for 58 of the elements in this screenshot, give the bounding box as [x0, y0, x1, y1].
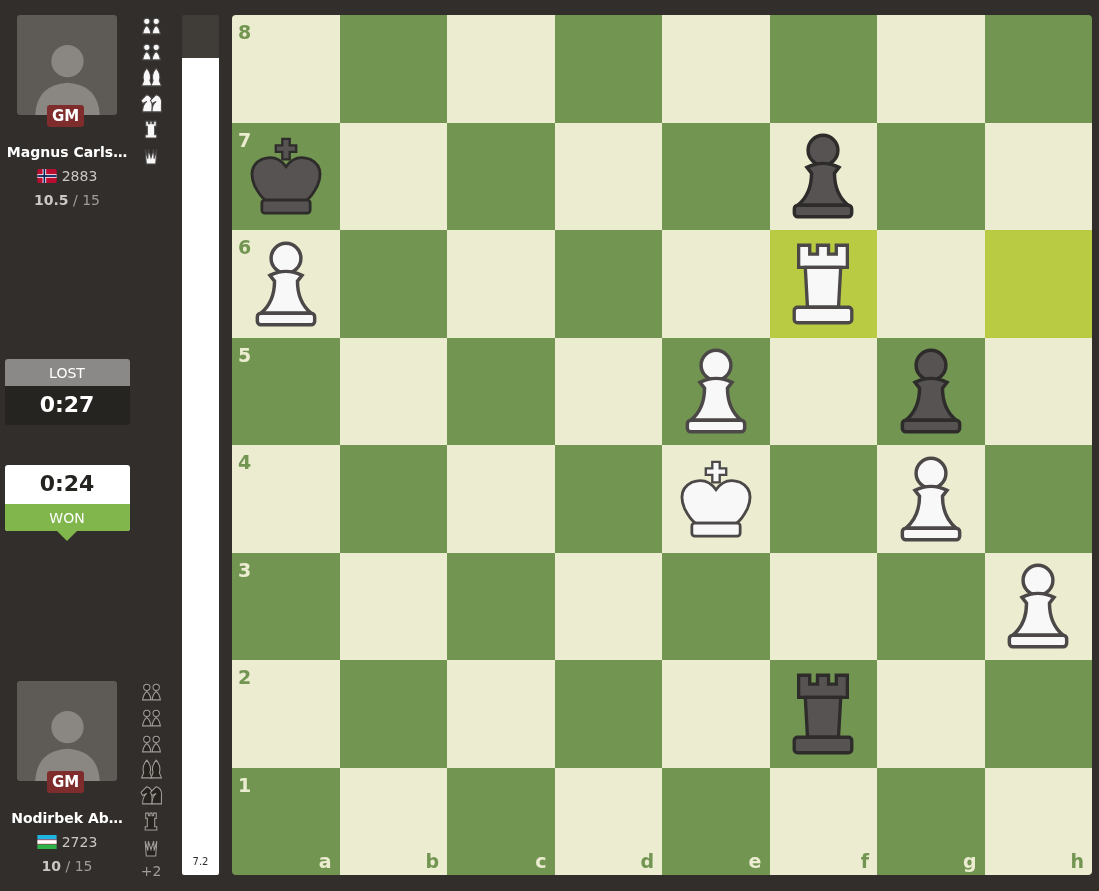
rank-label: 5 — [238, 343, 252, 366]
board-square[interactable]: b — [339, 767, 447, 875]
player-name[interactable]: Magnus Carls… — [6, 144, 128, 160]
board-square[interactable]: 5 — [232, 337, 340, 445]
board-square[interactable]: 4 — [232, 445, 340, 553]
file-label: c — [535, 850, 547, 872]
board-square[interactable] — [662, 445, 770, 553]
board-square[interactable]: g — [877, 767, 985, 875]
rank-label: 6 — [238, 236, 252, 258]
pawn-piece[interactable] — [684, 348, 747, 435]
evaluation-score: 7.2 — [192, 856, 209, 869]
board-square[interactable]: 6 — [232, 230, 340, 338]
file-label: h — [1070, 850, 1084, 872]
file-label: d — [640, 850, 654, 872]
file-label: e — [748, 850, 762, 872]
highlighted-square[interactable] — [769, 230, 877, 338]
pawn-piece[interactable] — [1007, 563, 1070, 650]
file-label: f — [860, 850, 869, 872]
file-label: a — [318, 850, 332, 872]
pawn-piece[interactable] — [254, 240, 317, 327]
board-square[interactable]: 3 — [232, 552, 340, 660]
rank-label: 4 — [238, 451, 252, 473]
board-square[interactable] — [984, 552, 1092, 660]
player-rating: 2723 — [61, 834, 98, 850]
material-advantage: +2 — [140, 863, 162, 879]
clock-time: 0:24 — [38, 469, 96, 498]
board-square[interactable]: 7 — [232, 122, 340, 230]
board-square[interactable]: 2 — [232, 660, 340, 768]
pawn-piece[interactable] — [792, 133, 855, 220]
title-badge: GM — [47, 771, 85, 793]
pointer-icon — [56, 530, 77, 541]
rank-label: 3 — [238, 558, 252, 581]
board-square[interactable]: 1 a — [232, 767, 340, 875]
board-square[interactable]: f — [769, 767, 877, 875]
file-label: b — [425, 850, 439, 872]
board-square[interactable] — [662, 337, 770, 445]
pawn-piece[interactable] — [899, 455, 962, 542]
board-square[interactable]: 8 — [232, 15, 340, 123]
result-label: LOST — [4, 358, 130, 386]
flag-icon — [36, 169, 57, 183]
player-rating: 2883 — [61, 168, 98, 184]
player-name[interactable]: Nodirbek Ab… — [11, 810, 123, 826]
rank-label: 2 — [238, 666, 252, 688]
title-badge: GM — [47, 105, 85, 127]
board-square[interactable]: e — [662, 767, 770, 875]
clock-time: 0:27 — [38, 390, 96, 419]
player-score: 10 / 15 — [41, 858, 93, 874]
board-square[interactable] — [877, 445, 985, 553]
rank-label: 1 — [238, 773, 252, 796]
flag-icon — [36, 835, 57, 849]
board-square[interactable]: h — [984, 767, 1092, 875]
rank-label: 8 — [238, 21, 252, 43]
board-square[interactable]: c — [447, 767, 555, 875]
file-label: g — [962, 850, 977, 872]
board-square[interactable]: d — [554, 767, 662, 875]
player-score: 10.5 / 15 — [34, 192, 100, 208]
board-square[interactable] — [769, 122, 877, 230]
rank-label: 7 — [238, 128, 252, 151]
